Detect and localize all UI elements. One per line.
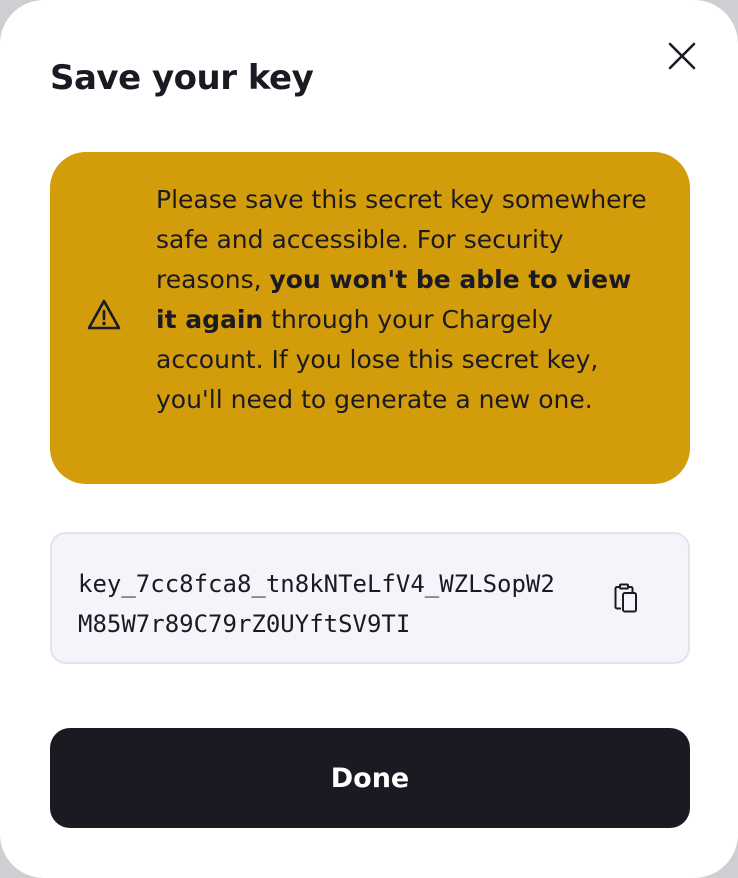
warning-message: Please save this secret key somewhere sa… — [156, 180, 656, 420]
close-button[interactable] — [662, 36, 702, 76]
dialog-title: Save your key — [50, 58, 314, 98]
secret-key-value[interactable]: key_7cc8fca8_tn8kNTeLfV4_WZLSopW2M85W7r8… — [78, 564, 558, 644]
copy-key-button[interactable] — [608, 580, 644, 616]
clipboard-copy-icon — [614, 583, 637, 613]
secret-key-box: key_7cc8fca8_tn8kNTeLfV4_WZLSopW2M85W7r8… — [50, 532, 690, 664]
done-button[interactable]: Done — [50, 728, 690, 828]
warning-banner: Please save this secret key somewhere sa… — [50, 152, 690, 484]
close-icon — [668, 42, 696, 70]
warning-triangle-icon — [87, 299, 121, 330]
save-key-dialog: Save your key Please save this secret ke… — [0, 0, 738, 878]
